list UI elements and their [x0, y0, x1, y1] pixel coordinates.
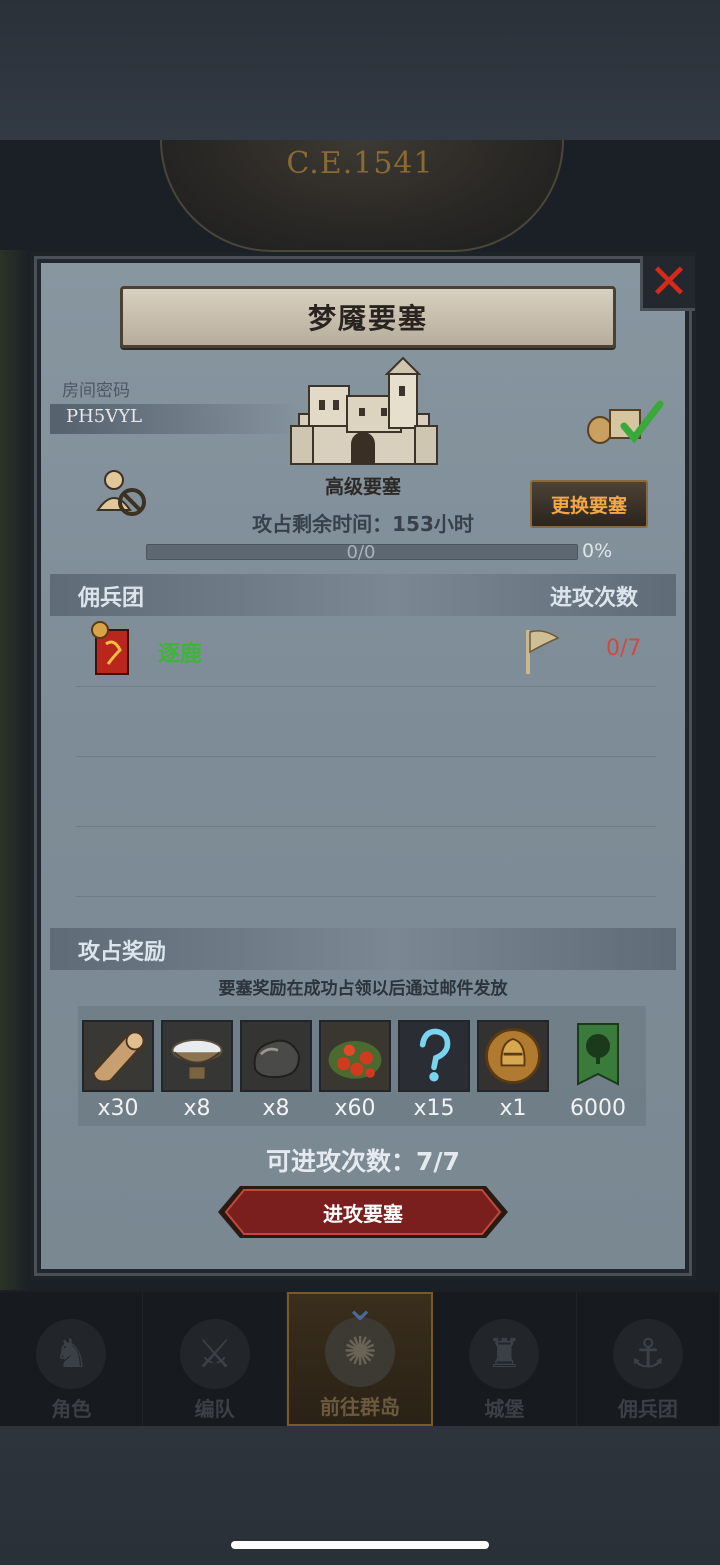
reward-header: 攻占奖励 [78, 940, 167, 965]
nav-label: 佣兵团 [617, 1397, 678, 1421]
title-banner: 梦魇要塞 [120, 286, 616, 348]
reward-qty: 6000 [570, 1096, 626, 1121]
close-icon[interactable]: ✕ [640, 256, 695, 311]
stone-ore-icon[interactable] [240, 1020, 312, 1092]
capture-progress-count: 0/0 [346, 542, 376, 563]
fortress-dialog: 梦魇要塞 ✕ 房间密码 PH5VYL 高级要塞 更换要塞 攻占剩余时间：153小… [30, 252, 696, 1280]
attack-fortress-label: 进攻要塞 [323, 1202, 403, 1226]
reward-qty: x15 [413, 1096, 455, 1121]
map-edge [0, 250, 30, 1290]
row-divider [76, 826, 656, 827]
nav-label: 角色 [51, 1397, 92, 1421]
top-status-area [0, 0, 720, 140]
attack-fortress-button[interactable]: 进攻要塞 [218, 1184, 508, 1240]
castle-icon: ♜ [469, 1319, 540, 1389]
wood-log-icon[interactable] [82, 1020, 154, 1092]
mercenary-header: 佣兵团 [78, 586, 145, 611]
reward-qty: x1 [499, 1096, 527, 1121]
nav-character[interactable]: ♞ 角色 [0, 1292, 144, 1426]
reward-note: 要塞奖励在成功占领以后通过邮件发放 [218, 979, 508, 999]
mercenary-attack-count: 0/7 [606, 636, 642, 661]
room-code-label: 房间密码 [62, 381, 130, 401]
mercenary-name[interactable]: 逐鹿 [158, 636, 202, 668]
row-divider [76, 686, 656, 687]
attempts-remaining: 可进攻次数：7/7 [266, 1147, 460, 1176]
era-label: C.E.1541 [286, 146, 434, 181]
green-tree-banner-icon[interactable] [574, 1020, 622, 1092]
room-code[interactable]: PH5VYL [66, 406, 142, 427]
home-indicator[interactable] [231, 1541, 489, 1549]
bottom-nav: ♞ 角色 ⚔ 编队 ⌄ ✺ 前往群岛 ♜ 城堡 ⚓ 佣兵团 [0, 1285, 720, 1426]
dialog-title: 梦魇要塞 [307, 302, 428, 335]
nav-formation[interactable]: ⚔ 编队 [143, 1292, 287, 1426]
remaining-time-value: 153小时 [392, 512, 474, 536]
attack-flag-icon [526, 630, 560, 674]
reward-qty: x60 [334, 1096, 376, 1121]
attack-count-header: 进攻次数 [550, 586, 639, 611]
formation-icon: ⚔ [179, 1319, 250, 1389]
reward-qty: x8 [262, 1096, 290, 1121]
mercenary-emblem-icon [91, 621, 129, 675]
nav-islands[interactable]: ⌄ ✺ 前往群岛 [286, 1285, 434, 1426]
row-divider [76, 896, 656, 897]
character-icon: ♞ [36, 1319, 107, 1389]
supplies-check-icon[interactable] [586, 396, 666, 446]
knight-helmet-coin-icon[interactable] [477, 1020, 549, 1092]
reward-qty: x8 [183, 1096, 211, 1121]
remaining-time: 攻占剩余时间：153小时 [34, 508, 692, 537]
reward-qty: x30 [97, 1096, 139, 1121]
salt-bowl-icon[interactable] [161, 1020, 233, 1092]
berries-icon[interactable] [319, 1020, 391, 1092]
chevron-down-icon: ⌄ [344, 1285, 376, 1329]
nav-label: 城堡 [484, 1397, 525, 1421]
fortress-castle-icon [290, 356, 438, 465]
nav-label: 编队 [194, 1397, 235, 1421]
row-divider [76, 756, 656, 757]
mercenary-ship-icon: ⚓ [612, 1319, 683, 1389]
nav-label: 前往群岛 [320, 1395, 401, 1419]
capture-progress-percent: 0% [582, 540, 613, 562]
nav-castle[interactable]: ♜ 城堡 [433, 1292, 577, 1426]
remaining-time-label: 攻占剩余时间： [252, 512, 393, 536]
mystery-question-icon[interactable] [398, 1020, 470, 1092]
nav-mercenary[interactable]: ⚓ 佣兵团 [577, 1292, 720, 1426]
